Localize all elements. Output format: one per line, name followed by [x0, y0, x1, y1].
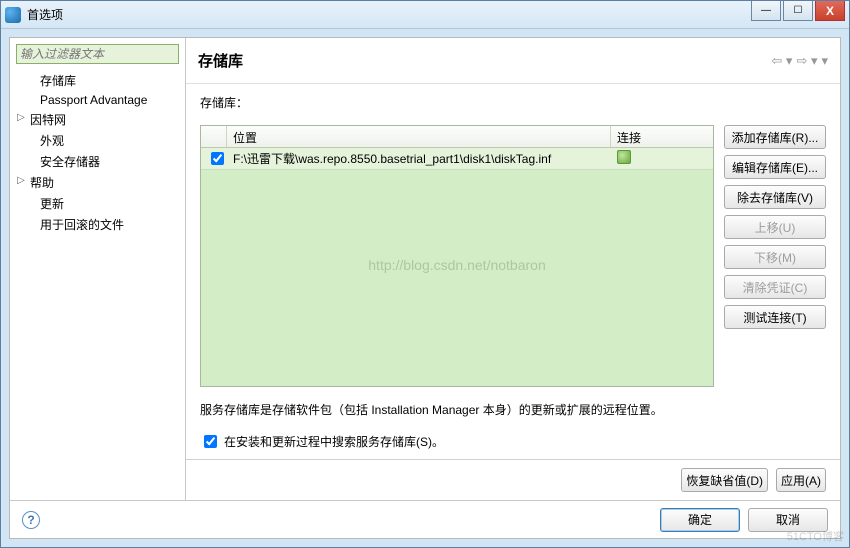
restore-defaults-button[interactable]: 恢复缺省值(D): [681, 468, 768, 492]
test-connection-button[interactable]: 测试连接(T): [724, 305, 826, 329]
repository-table[interactable]: 位置 连接 F:\迅雷下载\was.repo.8550.basetrial_pa…: [200, 125, 714, 387]
expand-icon[interactable]: ▷: [16, 175, 26, 186]
tree-item-internet[interactable]: ▷因特网: [14, 109, 181, 130]
row-checkbox[interactable]: [211, 152, 224, 165]
repository-list-label: 存储库：: [200, 94, 826, 111]
row-location: F:\迅雷下载\was.repo.8550.basetrial_part1\di…: [227, 148, 611, 169]
service-search-row[interactable]: 在安装和更新过程中搜索服务存储库(S)。: [200, 432, 826, 451]
nav-menu-icon[interactable]: ▾: [821, 53, 828, 69]
filter-input[interactable]: [16, 44, 179, 64]
edit-repo-button[interactable]: 编辑存储库(E)...: [724, 155, 826, 179]
minimize-button[interactable]: —: [751, 1, 781, 21]
tree-item-passport[interactable]: Passport Advantage: [14, 91, 181, 109]
nav-back-icon[interactable]: ⇦ ▾: [771, 53, 792, 69]
sidebar: 存储库 Passport Advantage ▷因特网 外观 安全存储器 ▷帮助…: [10, 38, 186, 500]
tree-item-update[interactable]: 更新: [14, 193, 181, 214]
connection-ok-icon: [617, 150, 631, 164]
content: 存储库 Passport Advantage ▷因特网 外观 安全存储器 ▷帮助…: [9, 37, 841, 539]
service-search-label: 在安装和更新过程中搜索服务存储库(S)。: [224, 433, 444, 450]
main-panel: 存储库 ⇦ ▾ ⇨ ▾ ▾ 存储库： 位置 连接: [186, 38, 840, 500]
service-search-checkbox[interactable]: [204, 435, 217, 448]
main-header: 存储库 ⇦ ▾ ⇨ ▾ ▾: [186, 38, 840, 84]
filter-wrap: [16, 44, 179, 64]
tree-item-rollback-files[interactable]: 用于回滚的文件: [14, 214, 181, 235]
remove-repo-button[interactable]: 除去存储库(V): [724, 185, 826, 209]
ok-button[interactable]: 确定: [660, 508, 740, 532]
col-spacer: [691, 126, 713, 147]
tree-item-repository[interactable]: 存储库: [14, 70, 181, 91]
add-repo-button[interactable]: 添加存储库(R)...: [724, 125, 826, 149]
tree-item-help[interactable]: ▷帮助: [14, 172, 181, 193]
tree-item-appearance[interactable]: 外观: [14, 130, 181, 151]
table-body[interactable]: F:\迅雷下载\was.repo.8550.basetrial_part1\di…: [201, 148, 713, 386]
expand-icon[interactable]: ▷: [16, 112, 26, 123]
table-header: 位置 连接: [201, 126, 713, 148]
repository-buttons: 添加存储库(R)... 编辑存储库(E)... 除去存储库(V) 上移(U) 下…: [724, 125, 826, 387]
preferences-window: 首选项 — ☐ X 存储库 Passport Advantage ▷因特网 外观…: [0, 0, 850, 548]
clear-credentials-button[interactable]: 清除凭证(C): [724, 275, 826, 299]
window-title: 首选项: [27, 6, 845, 23]
close-button[interactable]: X: [815, 1, 845, 21]
cancel-button[interactable]: 取消: [748, 508, 828, 532]
tree-item-secure-storage[interactable]: 安全存储器: [14, 151, 181, 172]
watermark-text: http://blog.csdn.net/notbaron: [368, 257, 545, 273]
window-buttons: — ☐ X: [749, 1, 845, 21]
col-location[interactable]: 位置: [227, 126, 611, 147]
move-down-button[interactable]: 下移(M): [724, 245, 826, 269]
table-row[interactable]: F:\迅雷下载\was.repo.8550.basetrial_part1\di…: [201, 148, 713, 170]
app-icon: [5, 7, 21, 23]
header-nav: ⇦ ▾ ⇨ ▾ ▾: [771, 53, 828, 69]
col-connection[interactable]: 连接: [611, 126, 691, 147]
nav-forward-icon[interactable]: ⇨ ▾: [796, 53, 817, 69]
titlebar[interactable]: 首选项 — ☐ X: [1, 1, 849, 29]
description-text: 服务存储库是存储软件包（包括 Installation Manager 本身）的…: [200, 401, 826, 420]
apply-button[interactable]: 应用(A): [776, 468, 826, 492]
preferences-tree[interactable]: 存储库 Passport Advantage ▷因特网 外观 安全存储器 ▷帮助…: [10, 68, 185, 494]
help-icon[interactable]: ?: [22, 511, 40, 529]
page-title: 存储库: [198, 50, 771, 71]
move-up-button[interactable]: 上移(U): [724, 215, 826, 239]
col-check: [201, 126, 227, 147]
dialog-footer: ? 确定 取消: [10, 500, 840, 538]
page-buttons: 恢复缺省值(D) 应用(A): [186, 459, 840, 500]
maximize-button[interactable]: ☐: [783, 1, 813, 21]
